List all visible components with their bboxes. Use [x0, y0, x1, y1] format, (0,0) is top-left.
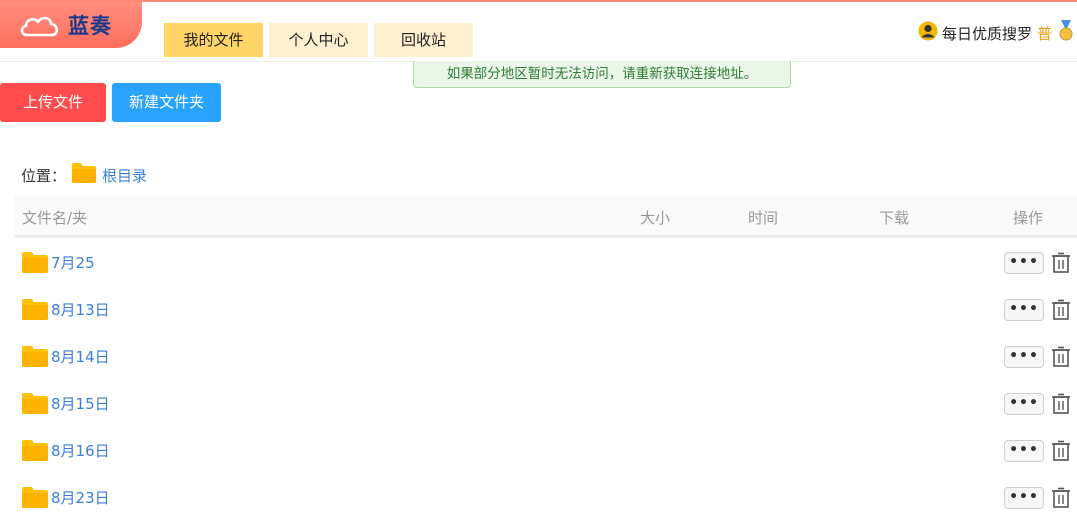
table-row: 8月23日 •••	[14, 475, 1077, 522]
folder-icon[interactable]	[22, 299, 48, 324]
upload-file-button[interactable]: 上传文件	[0, 83, 106, 122]
user-menu[interactable]: 每日优质搜罗 普	[918, 20, 1074, 46]
table-row: 8月14日 •••	[14, 334, 1077, 381]
trash-icon[interactable]	[1051, 252, 1071, 278]
more-options-button[interactable]: •••	[1004, 299, 1044, 321]
new-folder-button[interactable]: 新建文件夹	[112, 83, 221, 122]
folder-name-link[interactable]: 8月15日	[51, 393, 110, 414]
more-options-button[interactable]: •••	[1004, 346, 1044, 368]
tab-recycle-bin[interactable]: 回收站	[374, 23, 473, 57]
table-header: 文件名/夹 大小 时间 下载 操作	[14, 196, 1077, 238]
trash-icon[interactable]	[1051, 346, 1071, 372]
table-row: 7月25 •••	[14, 240, 1077, 287]
notice-banner: 如果部分地区暂时无法访问，请重新获取连接地址。	[413, 61, 791, 88]
column-header-actions: 操作	[1013, 209, 1044, 227]
breadcrumb: 位置： 根目录	[21, 163, 147, 187]
top-accent-line	[0, 0, 1077, 2]
brand-name: 蓝奏	[68, 14, 112, 38]
trash-icon[interactable]	[1051, 440, 1071, 466]
folder-name-link[interactable]: 8月23日	[51, 487, 110, 508]
cloud-icon	[18, 12, 62, 42]
folder-icon[interactable]	[22, 440, 48, 465]
folder-name-link[interactable]: 8月14日	[51, 346, 110, 367]
more-options-button[interactable]: •••	[1004, 487, 1044, 509]
user-avatar-icon	[918, 21, 938, 45]
tab-personal-center[interactable]: 个人中心	[269, 23, 368, 57]
more-options-button[interactable]: •••	[1004, 393, 1044, 415]
table-row: 8月16日 •••	[14, 428, 1077, 475]
more-options-button[interactable]: •••	[1004, 252, 1044, 274]
site-logo[interactable]: 蓝奏	[0, 2, 142, 48]
folder-name-link[interactable]: 8月13日	[51, 299, 110, 320]
folder-icon[interactable]	[22, 487, 48, 512]
folder-icon[interactable]	[22, 346, 48, 371]
location-label: 位置：	[21, 166, 67, 185]
column-header-downloads: 下载	[879, 209, 910, 227]
column-header-size: 大小	[640, 209, 671, 227]
breadcrumb-root-link[interactable]: 根目录	[102, 165, 147, 186]
medal-icon	[1058, 20, 1074, 46]
column-header-name: 文件名/夹	[22, 209, 88, 227]
user-level-badge: 普	[1037, 24, 1053, 43]
table-row: 8月15日 •••	[14, 381, 1077, 428]
trash-icon[interactable]	[1051, 487, 1071, 513]
folder-icon[interactable]	[22, 252, 48, 277]
tab-my-files[interactable]: 我的文件	[164, 23, 263, 57]
table-row: 8月13日 •••	[14, 287, 1077, 334]
folder-name-link[interactable]: 8月16日	[51, 440, 110, 461]
column-header-time: 时间	[748, 209, 779, 227]
trash-icon[interactable]	[1051, 299, 1071, 325]
folder-icon[interactable]	[22, 393, 48, 418]
trash-icon[interactable]	[1051, 393, 1071, 419]
folder-icon	[72, 163, 97, 187]
user-name[interactable]: 每日优质搜罗	[942, 23, 1032, 44]
folder-name-link[interactable]: 7月25	[51, 252, 95, 273]
more-options-button[interactable]: •••	[1004, 440, 1044, 462]
